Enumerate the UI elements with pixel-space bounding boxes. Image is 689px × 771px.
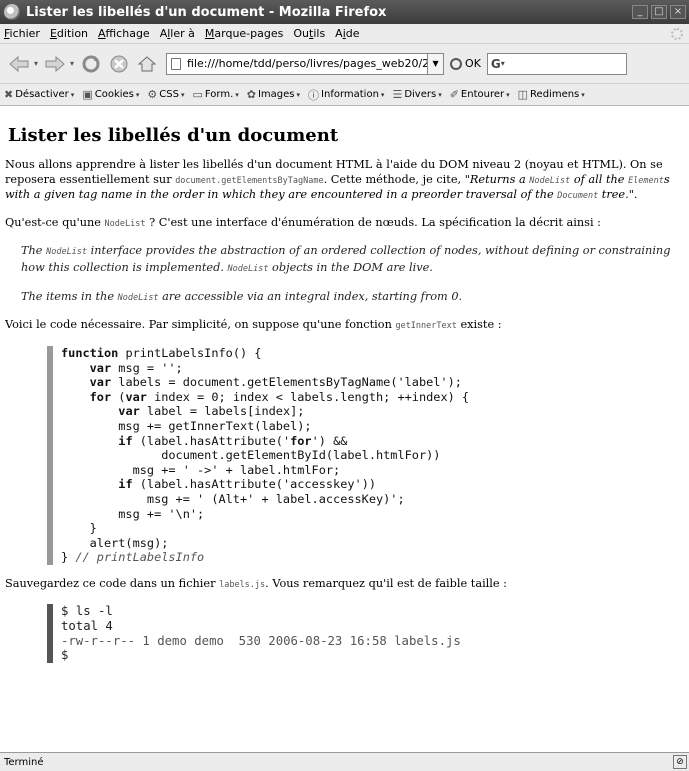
intro-paragraph: Nous allons apprendre à lister les libel…	[5, 158, 670, 202]
search-engine-icon: G	[490, 56, 501, 71]
code-line: } // printLabelsInfo	[61, 550, 205, 565]
devbar-entourer[interactable]: ✐ Entourer ▾	[450, 88, 510, 101]
status-indicator-icon: ⊘	[673, 755, 687, 769]
url-input[interactable]: file:///home/tdd/perso/livres/pages_web2…	[166, 52, 429, 75]
forward-arrow-icon	[45, 55, 65, 72]
reload-button[interactable]	[78, 51, 104, 77]
code-line: document.getElementById(label.htmlFor))	[61, 448, 441, 463]
nodelist-paragraph: Qu'est-ce qu'une NodeList ? C'est une in…	[5, 215, 601, 229]
navigation-toolbar: ▾ ▾ file:///home/tdd/perso/livres/pages_…	[0, 44, 689, 84]
devbar-css[interactable]: ⚙ CSS ▾	[147, 88, 184, 101]
go-icon	[450, 57, 463, 70]
back-dropdown-icon[interactable]: ▾	[34, 59, 38, 68]
home-icon	[137, 55, 157, 71]
back-button[interactable]	[6, 51, 32, 77]
status-bar: Terminé ⊘	[0, 752, 689, 771]
devbar-information[interactable]: ⓘ Information ▾	[308, 87, 384, 103]
code-line: var msg = '';	[89, 360, 183, 375]
go-label: OK	[465, 57, 481, 70]
code-line: msg += '\n';	[61, 506, 205, 521]
devbar-d-sactiver[interactable]: ✖ Désactiver ▾	[4, 88, 74, 101]
go-button[interactable]: OK	[450, 57, 481, 70]
stop-icon	[110, 55, 128, 72]
code-line: function printLabelsInfo() {	[61, 345, 262, 360]
throbber-icon	[671, 27, 683, 40]
devbar-form-[interactable]: ▭ Form. ▾	[192, 88, 238, 101]
menu-marque-pages[interactable]: Marque-pages	[205, 27, 283, 40]
menu-outils[interactable]: Outils	[293, 27, 325, 40]
shell-output-block: $ ls -l total 4 -rw-r--r-- 1 demo demo 530…	[47, 604, 683, 663]
code-line: if (label.hasAttribute('accesskey'))	[118, 477, 377, 492]
images-icon: ✿	[246, 88, 256, 101]
maximize-button[interactable]: □	[651, 5, 667, 19]
entourer-icon: ✐	[449, 88, 459, 101]
code-line: var labels = document.getElementsByTagNa…	[89, 375, 462, 390]
menu-edition[interactable]: Edition	[50, 27, 88, 40]
minimize-button[interactable]: _	[632, 5, 648, 19]
firefox-icon	[4, 4, 20, 20]
menu-aide[interactable]: Aide	[335, 27, 359, 40]
close-button[interactable]: ×	[670, 5, 686, 19]
d-sactiver-icon: ✖	[4, 88, 14, 101]
devbar-images[interactable]: ✿ Images ▾	[247, 88, 300, 101]
stop-button[interactable]	[106, 51, 132, 77]
page-icon	[171, 57, 182, 70]
reload-icon	[82, 55, 100, 72]
shell-line: $	[61, 648, 69, 663]
code-line: msg += getInnerText(label);	[61, 418, 312, 433]
window-titlebar: Lister les libellés d'un document - Mozi…	[0, 0, 689, 24]
window-title: Lister les libellés d'un document - Mozi…	[26, 4, 387, 20]
forward-dropdown-icon[interactable]: ▾	[70, 59, 74, 68]
devbar-divers[interactable]: ☰ Divers ▾	[392, 88, 441, 101]
devbar-redimens[interactable]: ◫ Redimens ▾	[518, 88, 585, 101]
menu-bar: Fichier Edition Affichage Aller à Marque-pag…	[0, 24, 689, 44]
css-icon: ⚙	[147, 88, 158, 101]
menu-fichier[interactable]: Fichier	[4, 27, 40, 40]
code-block: function printLabelsInfo() { var msg = '…	[47, 345, 683, 565]
spec-quote-1: The NodeList interface provides the abst…	[21, 244, 671, 275]
code-line: msg += ' (Alt+' + label.accessKey)';	[61, 491, 405, 506]
cookies-icon: ▣	[82, 88, 93, 101]
code-line: var label = labels[index];	[118, 404, 305, 419]
redimens-icon: ◫	[517, 88, 529, 101]
code-line: alert(msg);	[61, 535, 169, 550]
code-line: }	[61, 521, 97, 536]
code-line: msg += ' ->' + label.htmlFor;	[61, 462, 341, 477]
code-intro-paragraph: Voici le code nécessaire. Par simplicité…	[5, 318, 502, 332]
devbar-cookies[interactable]: ▣ Cookies ▾	[82, 88, 139, 101]
information-icon: ⓘ	[308, 88, 320, 102]
code-line: if (label.hasAttribute('for') &&	[118, 433, 348, 448]
shell-line: -rw-r--r-- 1 demo demo 530 2006-08-23 16…	[61, 633, 461, 648]
page-content: Lister les libellés d'un document Nous a…	[0, 107, 689, 749]
shell-line: $ ls -l	[61, 604, 113, 619]
back-arrow-icon	[9, 55, 29, 72]
shell-line: total 4	[61, 619, 113, 634]
forward-button[interactable]	[42, 51, 68, 77]
menu-affichage[interactable]: Affichage	[98, 27, 150, 40]
save-paragraph: Sauvegardez ce code dans un fichier labe…	[5, 576, 507, 590]
code-line: for (var index = 0; index < labels.lengt…	[89, 389, 470, 404]
spec-quote-2: The items in the NodeList are accessible…	[21, 290, 463, 304]
page-title: Lister les libellés d'un document	[8, 125, 339, 146]
search-input[interactable]: G ▾	[486, 52, 627, 75]
divers-icon: ☰	[392, 88, 403, 101]
form--icon: ▭	[192, 88, 203, 101]
home-button[interactable]	[134, 51, 160, 77]
url-text: file:///home/tdd/perso/livres/pages_web2…	[187, 57, 429, 70]
url-history-dropdown[interactable]: ▼	[428, 52, 445, 75]
status-text: Terminé	[4, 756, 44, 768]
menu-aller-[interactable]: Aller à	[160, 27, 195, 40]
web-developer-toolbar: ✖ Désactiver ▾ ▣ Cookies ▾ ⚙ CSS ▾ ▭ Form. ▾ ✿ Images…	[0, 84, 689, 106]
